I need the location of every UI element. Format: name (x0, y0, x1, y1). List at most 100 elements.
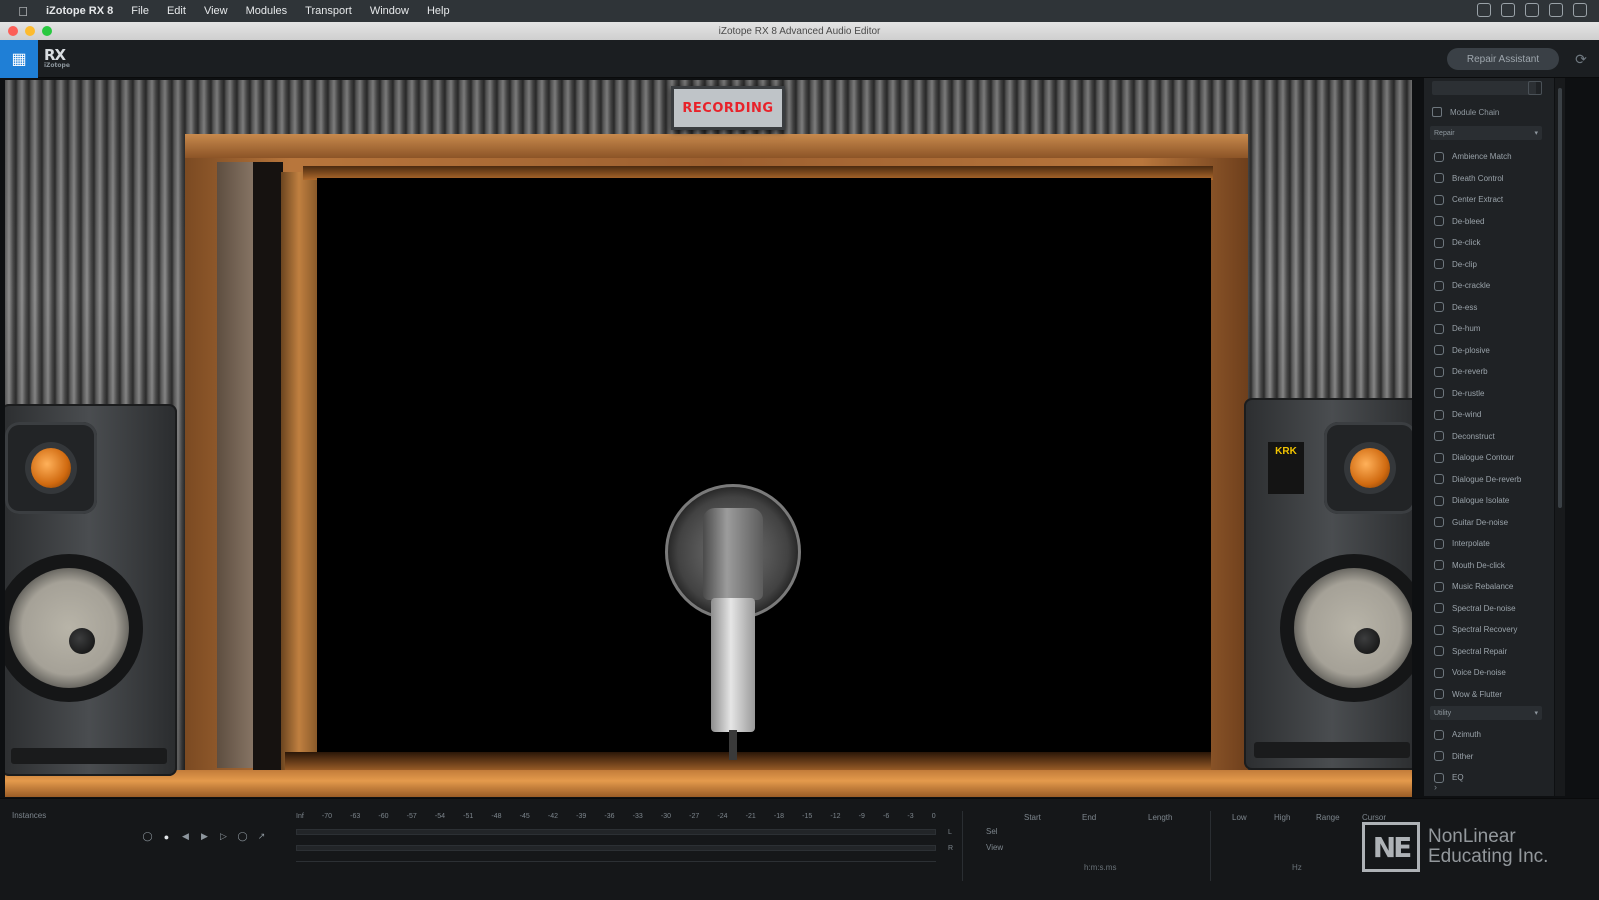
window-controls (8, 26, 52, 36)
module-search-input[interactable] (1432, 81, 1536, 95)
window-title: iZotope RX 8 Advanced Audio Editor (718, 25, 881, 37)
module-item[interactable]: Mouth De-click (1428, 555, 1550, 577)
loop-button[interactable]: ◯ (237, 831, 248, 842)
module-item[interactable]: De-hum (1428, 318, 1550, 340)
module-item[interactable]: De-plosive (1428, 340, 1550, 362)
module-item[interactable]: Guitar De-noise (1428, 512, 1550, 534)
chevron-down-icon: ▾ (1534, 130, 1538, 137)
close-window-button[interactable] (8, 26, 18, 36)
record-button[interactable]: ● (161, 831, 172, 842)
menu-modules[interactable]: Modules (246, 5, 288, 17)
utility-item[interactable]: Dither (1428, 746, 1550, 768)
module-icon (1434, 431, 1444, 442)
menu-transport[interactable]: Transport (305, 5, 352, 17)
watermark-line1: NonLinear (1428, 826, 1516, 847)
apple-menu-icon[interactable]:  (16, 4, 30, 19)
module-icon (1434, 474, 1444, 485)
fast-forward-button[interactable]: ▷ (218, 831, 229, 842)
module-item[interactable]: Breath Control (1428, 168, 1550, 190)
module-item[interactable]: De-crackle (1428, 275, 1550, 297)
module-label: Interpolate (1452, 539, 1490, 549)
sel-label: Sel (986, 827, 998, 836)
module-item[interactable]: De-rustle (1428, 383, 1550, 405)
instant-process-button[interactable]: ↗ (256, 831, 267, 842)
module-label: De-rustle (1452, 388, 1485, 398)
module-item[interactable]: Spectral De-noise (1428, 598, 1550, 620)
woofer (5, 554, 143, 702)
user-icon[interactable] (1525, 3, 1539, 17)
logo-subtext: iZotope (44, 62, 70, 69)
module-label: Deconstruct (1452, 431, 1495, 441)
meter-tick-label: -27 (689, 813, 700, 820)
module-item[interactable]: De-reverb (1428, 361, 1550, 383)
menu-view[interactable]: View (204, 5, 228, 17)
play-button[interactable]: ▶ (199, 831, 210, 842)
menu-help[interactable]: Help (427, 5, 450, 17)
module-item[interactable]: Dialogue Isolate (1428, 490, 1550, 512)
navigation-button[interactable]: ▦ (0, 40, 38, 78)
module-item[interactable]: De-wind (1428, 404, 1550, 426)
minimize-window-button[interactable] (25, 26, 35, 36)
module-icon (1434, 667, 1444, 678)
module-item[interactable]: Voice De-noise (1428, 662, 1550, 684)
sidebar-scrollbar[interactable] (1555, 78, 1565, 796)
expand-chevron-icon[interactable]: › (1434, 782, 1437, 792)
module-item[interactable]: Dialogue De-reverb (1428, 469, 1550, 491)
module-item[interactable]: De-click (1428, 232, 1550, 254)
module-label: Dialogue De-reverb (1452, 474, 1522, 484)
meter-tick-label: -70 (321, 813, 333, 820)
video-area: RECORDING KRK (5, 80, 1412, 797)
module-item[interactable]: Spectral Recovery (1428, 619, 1550, 641)
module-view-toggle[interactable] (1528, 81, 1542, 95)
headphones-icon[interactable]: ◯ (142, 831, 153, 842)
meter-tick-label: -63 (350, 813, 361, 820)
meter-tick-label: -24 (717, 813, 728, 820)
module-label: Dialogue Isolate (1452, 496, 1510, 506)
menu-app-name[interactable]: iZotope RX 8 (46, 5, 113, 17)
tweeter (1350, 448, 1390, 488)
module-item[interactable]: Music Rebalance (1428, 576, 1550, 598)
utility-item[interactable]: Azimuth (1428, 724, 1550, 746)
meter-scale: Inf -70 -63 -60 -57 -54 -51 -48 -45 -42 -39 -36 -33-… (296, 813, 936, 820)
repair-group-dropdown[interactable]: Repair ▾ (1430, 126, 1542, 140)
shield-icon[interactable] (1501, 3, 1515, 17)
module-label: Mouth De-click (1452, 560, 1505, 570)
meter-tick-label: -18 (773, 813, 785, 820)
meter-tick-label: -45 (519, 813, 530, 820)
module-label: De-bleed (1452, 216, 1485, 226)
microphone-head (703, 508, 763, 600)
module-item[interactable]: Center Extract (1428, 189, 1550, 211)
menu-edit[interactable]: Edit (167, 5, 186, 17)
utility-item[interactable]: EQ (1428, 767, 1550, 789)
utility-group-dropdown[interactable]: Utility ▾ (1430, 706, 1542, 720)
nonlinear-watermark: NE NonLinear Educating Inc. (1362, 822, 1548, 872)
module-icon (1434, 151, 1444, 162)
module-chain-button[interactable]: Module Chain (1432, 103, 1499, 121)
instances-label: Instances (12, 811, 47, 820)
module-item[interactable]: De-ess (1428, 297, 1550, 319)
headphones-icon[interactable]: ⟳ (1571, 49, 1591, 69)
menu-file[interactable]: File (131, 5, 149, 17)
zoom-window-button[interactable] (42, 26, 52, 36)
grid-icon: ▦ (11, 51, 27, 68)
sidebar-scroll-thumb[interactable] (1558, 88, 1562, 508)
module-label: De-hum (1452, 324, 1481, 334)
module-item[interactable]: Interpolate (1428, 533, 1550, 555)
module-item[interactable]: De-bleed (1428, 211, 1550, 233)
meter-tick-label: -60 (378, 813, 389, 820)
list-icon[interactable] (1573, 3, 1587, 17)
module-item[interactable]: Ambience Match (1428, 146, 1550, 168)
search-icon[interactable] (1549, 3, 1563, 17)
meter-channel-right: R (948, 845, 954, 852)
meter-tick-label: -57 (406, 813, 417, 820)
module-item[interactable]: Spectral Repair (1428, 641, 1550, 663)
module-item[interactable]: De-clip (1428, 254, 1550, 276)
module-item[interactable]: Deconstruct (1428, 426, 1550, 448)
airplay-icon[interactable] (1477, 3, 1491, 17)
meter-tick-label: -42 (547, 813, 559, 820)
module-item[interactable]: Dialogue Contour (1428, 447, 1550, 469)
repair-assistant-button[interactable]: Repair Assistant (1447, 48, 1559, 70)
module-item[interactable]: Wow & Flutter (1428, 684, 1550, 706)
menu-window[interactable]: Window (370, 5, 409, 17)
rewind-button[interactable]: ◀ (180, 831, 191, 842)
